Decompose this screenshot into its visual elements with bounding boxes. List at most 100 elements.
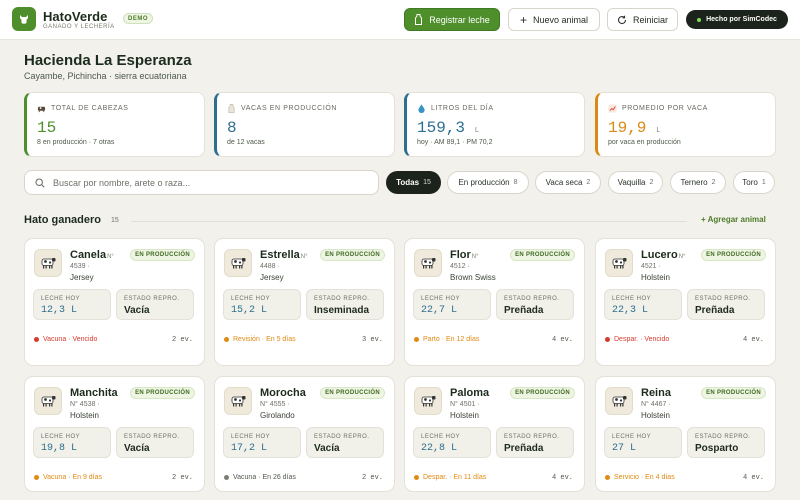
cow-icon xyxy=(605,387,633,415)
animal-card[interactable]: Morocha N° 4555 · Girolando EN PRODUCCIÓN LE… xyxy=(214,376,395,492)
repro-state-box: ESTADO REPRO. Preñada xyxy=(496,289,574,320)
animal-name: Paloma xyxy=(450,387,489,399)
filter-label: Ternero xyxy=(680,178,708,187)
animal-tag-id: 4539 · xyxy=(70,263,90,270)
repro-state-label: ESTADO REPRO. xyxy=(124,434,180,440)
milk-today-box: LECHE HOY 15,2 L xyxy=(223,289,301,320)
alert-item: Revisión · En 5 días xyxy=(224,336,296,343)
alert-text: Vacuna · En 26 días xyxy=(233,474,296,481)
register-milk-button[interactable]: Registrar leche xyxy=(404,8,500,31)
event-count: 2 ev. xyxy=(171,336,193,344)
stat-number: 19,9 xyxy=(608,119,647,137)
stat-card: LITROS DEL DÍA 159,3 L hoy · AM 89,1 · PM 7… xyxy=(404,92,585,157)
filter-chip-toro[interactable]: Toro 1 xyxy=(733,171,775,194)
animal-breed: Jersey xyxy=(70,273,94,282)
event-count: 3 ev. xyxy=(361,336,383,344)
repro-state-value: Preñada xyxy=(504,305,544,316)
repro-state-label: ESTADO REPRO. xyxy=(314,296,370,302)
alert-dot-icon xyxy=(34,475,39,480)
filter-count: 2 xyxy=(711,179,716,186)
milk-today-value: 22,3 L xyxy=(612,305,649,316)
status-dot-icon xyxy=(697,17,702,22)
animal-name-text: Flor xyxy=(450,249,471,261)
repro-state-box: ESTADO REPRO. Preñada xyxy=(496,427,574,458)
animal-name: FlorN° xyxy=(450,249,479,261)
alert-item: Despar. · En 11 días xyxy=(414,474,486,481)
animal-card[interactable]: LuceroN° 4521 · Holstein EN PRODUCCIÓN LECHE… xyxy=(595,238,776,366)
stat-value: 159,3 L xyxy=(417,119,479,137)
milk-today-value: 27 L xyxy=(612,443,637,454)
plus-icon: + xyxy=(519,12,527,27)
filter-chip-en-producción[interactable]: En producción 8 xyxy=(447,171,529,194)
event-count: 2 ev. xyxy=(361,474,383,482)
milk-today-label: LECHE HOY xyxy=(421,296,461,302)
new-animal-button[interactable]: + Nuevo animal xyxy=(508,8,600,31)
stat-label: LITROS DEL DÍA xyxy=(417,104,494,113)
filter-chip-todas[interactable]: Todas 15 xyxy=(386,171,441,194)
alert-item: Vacuna · En 9 días xyxy=(34,474,102,481)
milk-today-box: LECHE HOY 12,3 L xyxy=(33,289,111,320)
stat-card: TOTAL DE CABEZAS 15 8 en producción · 7 ot… xyxy=(24,92,205,157)
animal-tag-id: 4521 · xyxy=(641,263,661,270)
alert-text: Revisión · En 5 días xyxy=(233,336,296,343)
status-badge: EN PRODUCCIÓN xyxy=(320,249,385,261)
made-by-badge[interactable]: Hecho por SimCodec xyxy=(686,10,788,29)
animal-name-text: Canela xyxy=(70,249,107,261)
milk-today-label: LECHE HOY xyxy=(231,434,271,440)
animal-name-text: Lucero xyxy=(641,249,678,261)
cow-icon xyxy=(224,249,252,277)
event-count: 2 ev. xyxy=(171,474,193,482)
cow-icon xyxy=(414,249,442,277)
stat-subtext: hoy · AM 89,1 · PM 70,2 xyxy=(417,139,493,146)
filter-chip-ternero[interactable]: Ternero 2 xyxy=(670,171,726,194)
alert-text: Vacuna · En 9 días xyxy=(43,474,103,481)
animal-card[interactable]: Reina N° 4467 · Holstein EN PRODUCCIÓN LECHE… xyxy=(595,376,776,492)
animal-card[interactable]: EstrellaN° 4488 · Jersey EN PRODUCCIÓN LECHE… xyxy=(214,238,395,366)
search-box[interactable] xyxy=(24,170,379,195)
search-input[interactable] xyxy=(53,177,353,188)
repro-state-label: ESTADO REPRO. xyxy=(695,434,751,440)
stat-label-text: VACAS EN PRODUCCIÓN xyxy=(241,105,338,112)
new-animal-label: Nuevo animal xyxy=(532,14,589,25)
filter-chip-vaca-seca[interactable]: Vaca seca 2 xyxy=(535,171,601,194)
event-count: 4 ev. xyxy=(551,336,573,344)
filter-count: 15 xyxy=(423,179,431,186)
status-badge: EN PRODUCCIÓN xyxy=(130,249,195,261)
event-count: 4 ev. xyxy=(742,474,764,482)
app-subtitle: GANADO Y LECHERÍA xyxy=(43,24,115,30)
milk-today-box: LECHE HOY 22,3 L xyxy=(604,289,682,320)
alert-dot-icon xyxy=(224,475,229,480)
animal-card[interactable]: FlorN° 4512 · Brown Swiss EN PRODUCCIÓN LECH… xyxy=(404,238,585,366)
repro-state-box: ESTADO REPRO. Vacía xyxy=(306,427,384,458)
animal-tag-id: N° 4538 · xyxy=(70,401,100,408)
animal-breed: Holstein xyxy=(450,411,479,420)
add-animal-link[interactable]: + Agregar animal xyxy=(701,215,766,224)
alert-text: Parto · En 12 días xyxy=(423,336,480,343)
animal-card[interactable]: CanelaN° 4539 · Jersey EN PRODUCCIÓN LECHE H… xyxy=(24,238,205,366)
animal-name: Manchita xyxy=(70,387,118,399)
cow-icon xyxy=(414,387,442,415)
milk-today-value: 15,2 L xyxy=(231,305,268,316)
top-bar: HatoVerde GANADO Y LECHERÍA DEMO Registr… xyxy=(0,0,800,40)
filter-chip-vaquilla[interactable]: Vaquilla 2 xyxy=(608,171,663,194)
filter-label: Vaca seca xyxy=(545,178,583,187)
repro-state-label: ESTADO REPRO. xyxy=(504,434,560,440)
alert-dot-icon xyxy=(605,337,610,342)
stat-value: 15 xyxy=(37,119,56,137)
animal-card[interactable]: Paloma N° 4501 · Holstein EN PRODUCCIÓN LECH… xyxy=(404,376,585,492)
stat-label: VACAS EN PRODUCCIÓN xyxy=(227,104,337,113)
animal-name: Morocha xyxy=(260,387,306,399)
repro-state-label: ESTADO REPRO. xyxy=(314,434,370,440)
animal-card[interactable]: Manchita N° 4538 · Holstein EN PRODUCCIÓN LE… xyxy=(24,376,205,492)
status-badge: EN PRODUCCIÓN xyxy=(701,387,766,399)
filter-label: Vaquilla xyxy=(617,178,646,187)
search-icon xyxy=(35,177,45,188)
animal-breed: Holstein xyxy=(70,411,99,420)
milk-today-box: LECHE HOY 19,8 L xyxy=(33,427,111,458)
alert-text: Vacuna · Vencido xyxy=(43,336,98,343)
reset-button[interactable]: Reiniciar xyxy=(607,8,678,31)
stat-number: 15 xyxy=(37,119,57,137)
stat-subtext: 8 en producción · 7 otras xyxy=(37,139,115,146)
repro-state-value: Vacía xyxy=(314,443,340,454)
milk-today-value: 19,8 L xyxy=(41,443,78,454)
